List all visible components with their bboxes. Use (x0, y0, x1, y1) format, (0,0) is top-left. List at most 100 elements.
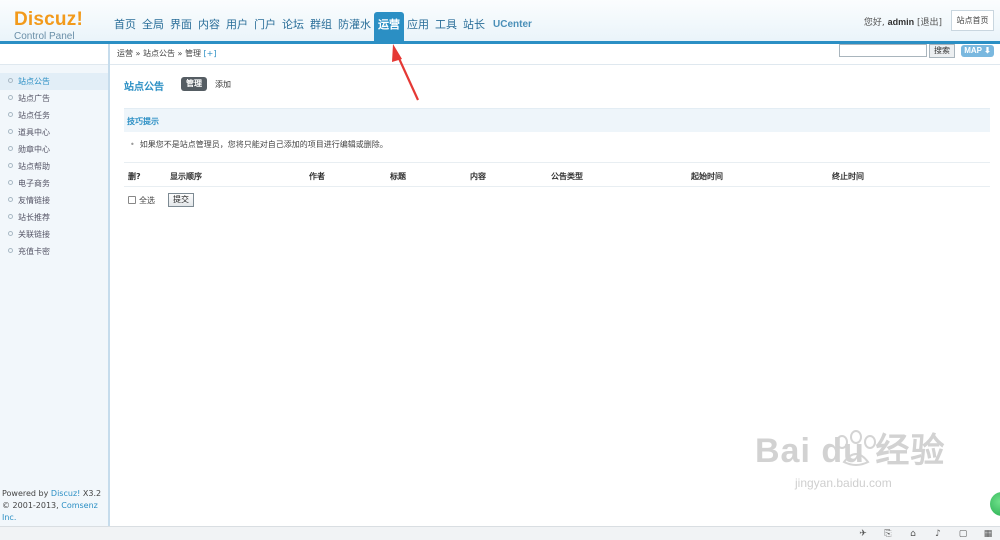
sidebar-item-ecommerce[interactable]: 电子商务 (0, 175, 108, 192)
nav-content[interactable]: 内容 (195, 12, 223, 38)
sidebar-item-help[interactable]: 站点帮助 (0, 158, 108, 175)
sidebar-item-label: 站点广告 (18, 94, 50, 103)
bullet-icon (8, 112, 13, 117)
site-home-button[interactable]: 站点首页 (951, 10, 994, 31)
sidebar-item-tasks[interactable]: 站点任务 (0, 107, 108, 124)
volume-icon[interactable]: ♪ (933, 529, 943, 539)
nav-ucenter[interactable]: UCenter (488, 12, 535, 38)
table-footer: 全选 提交 (128, 193, 194, 207)
sidebar-item-label: 道具中心 (18, 128, 50, 137)
user-name: admin (887, 17, 915, 27)
powered-brand-link[interactable]: Discuz! (51, 489, 80, 498)
powered-version: X3.2 (80, 489, 102, 498)
nav-global[interactable]: 全局 (139, 12, 167, 38)
sidebar-item-friendlinks[interactable]: 友情链接 (0, 192, 108, 209)
nav-forum[interactable]: 论坛 (279, 12, 307, 38)
nav-tools[interactable]: 工具 (432, 12, 460, 38)
tips-title: 技巧提示 (127, 117, 159, 126)
bullet-icon (8, 214, 13, 219)
bullet-icon (8, 129, 13, 134)
nav-anti-spam[interactable]: 防灌水 (335, 12, 374, 38)
breadcrumb-bar: 运营 » 站点公告 » 管理 [+] 搜索 MAP ⬇ (110, 44, 1000, 65)
sidebar-item-recommend[interactable]: 站长推荐 (0, 209, 108, 226)
submit-button[interactable]: 提交 (168, 193, 194, 207)
nav-app[interactable]: 应用 (404, 12, 432, 38)
sidebar-item-cards[interactable]: 充值卡密 (0, 243, 108, 260)
breadcrumb: 运营 » 站点公告 » 管理 [+] (117, 48, 216, 60)
bullet-icon (8, 197, 13, 202)
sidebar-item-label: 勋章中心 (18, 145, 50, 154)
floating-help-icon[interactable] (990, 492, 1000, 516)
bullet-icon: • (130, 140, 135, 149)
select-all-checkbox[interactable] (128, 196, 136, 204)
user-greeting: 您好, (863, 18, 885, 28)
page-title: 站点公告 (124, 82, 164, 93)
logout-link[interactable]: [退出] (917, 18, 942, 28)
sidebar: 站点公告 站点广告 站点任务 道具中心 勋章中心 站点帮助 电子商务 友情链接 … (0, 44, 110, 526)
tip-text: 如果您不是站点管理员，您将只能对自己添加的项目进行编辑或删除。 (139, 140, 388, 149)
logo-name: Discuz! (14, 9, 83, 30)
nav-founder[interactable]: 站长 (460, 12, 488, 38)
sidebar-item-related-links[interactable]: 关联链接 (0, 226, 108, 243)
grid-icon[interactable]: ▦ (983, 529, 993, 539)
table-header: 删? 显示顺序 作者 标题 内容 公告类型 起始时间 终止时间 (124, 162, 990, 187)
nav-user[interactable]: 用户 (223, 12, 251, 38)
sidebar-item-label: 友情链接 (18, 196, 50, 205)
taskbar: ✈ ⎘ ⌂ ♪ ▢ ▦ (0, 526, 1000, 540)
nav-home[interactable]: 首页 (111, 12, 139, 38)
tip-line: • 如果您不是站点管理员，您将只能对自己添加的项目进行编辑或删除。 (130, 139, 388, 150)
sidebar-item-label: 电子商务 (18, 179, 50, 188)
sidebar-item-ads[interactable]: 站点广告 (0, 90, 108, 107)
nav-style[interactable]: 界面 (167, 12, 195, 38)
top-nav: 首页 全局 界面 内容 用户 门户 论坛 群组 防灌水 运营 应用 工具 站长 … (111, 12, 535, 44)
col-start-time: 起始时间 (691, 172, 723, 181)
col-end-time: 终止时间 (832, 172, 864, 181)
tips-box: 技巧提示 (124, 108, 990, 132)
logo[interactable]: Discuz! Control Panel (14, 10, 83, 42)
map-button[interactable]: MAP ⬇ (961, 45, 994, 57)
nav-group[interactable]: 群组 (307, 12, 335, 38)
sidebar-item-label: 站点公告 (18, 77, 50, 86)
powered-prefix: Powered by (2, 489, 51, 498)
sidebar-item-medals[interactable]: 勋章中心 (0, 141, 108, 158)
sidebar-top (0, 44, 108, 65)
breadcrumb-path: 运营 » 站点公告 » 管理 (117, 49, 201, 58)
col-message: 内容 (470, 172, 486, 181)
search-button[interactable]: 搜索 (929, 44, 955, 58)
watermark-main: Bai du 经验 (755, 432, 946, 470)
col-delete: 删? (128, 172, 141, 181)
bullet-icon (8, 78, 13, 83)
watermark-sub: jingyan.baidu.com (795, 476, 892, 490)
bullet-icon (8, 163, 13, 168)
sidebar-item-label: 关联链接 (18, 230, 50, 239)
watermark: Bai du 经验 jingyan.baidu.com (755, 432, 945, 490)
pin-icon[interactable]: ✈ (858, 529, 868, 539)
powered-by: Powered by Discuz! X3.2 © 2001-2013, Com… (2, 488, 108, 524)
bullet-icon (8, 95, 13, 100)
nav-portal[interactable]: 门户 (251, 12, 279, 38)
breadcrumb-add-link[interactable]: [+] (204, 49, 217, 58)
bullet-icon (8, 146, 13, 151)
sidebar-menu: 站点公告 站点广告 站点任务 道具中心 勋章中心 站点帮助 电子商务 友情链接 … (0, 73, 108, 260)
search-input[interactable] (839, 44, 927, 57)
col-order: 显示顺序 (170, 172, 202, 181)
sidebar-item-label: 站点帮助 (18, 162, 50, 171)
window-icon[interactable]: ▢ (958, 529, 968, 539)
sidebar-item-announcement[interactable]: 站点公告 (0, 73, 108, 90)
network-icon[interactable]: ⎘ (883, 529, 893, 539)
col-author: 作者 (309, 172, 325, 181)
sidebar-item-label: 站点任务 (18, 111, 50, 120)
bullet-icon (8, 248, 13, 253)
trash-icon[interactable]: ⌂ (908, 529, 918, 539)
nav-operation[interactable]: 运营 (374, 12, 404, 41)
tab-manage[interactable]: 管理 (181, 77, 207, 91)
bullet-icon (8, 180, 13, 185)
sidebar-item-magic[interactable]: 道具中心 (0, 124, 108, 141)
user-area: 您好, admin [退出] (864, 15, 942, 28)
col-type: 公告类型 (551, 172, 583, 181)
logo-subtitle: Control Panel (14, 31, 75, 42)
tab-add[interactable]: 添加 (215, 79, 231, 90)
copyright-prefix: © 2001-2013, (2, 501, 62, 510)
sidebar-item-label: 充值卡密 (18, 247, 50, 256)
bullet-icon (8, 231, 13, 236)
